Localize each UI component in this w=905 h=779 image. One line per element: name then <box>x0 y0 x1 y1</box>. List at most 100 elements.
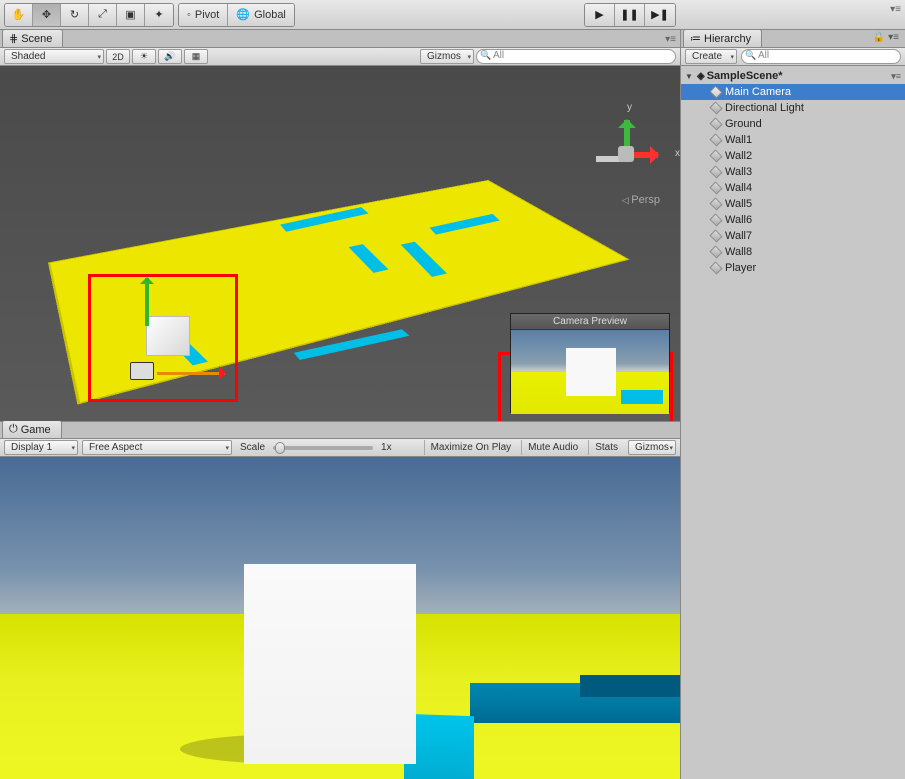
gameobject-icon <box>709 246 723 258</box>
hierarchy-icon: ≔ <box>690 32 701 45</box>
camera-preview-panel: Camera Preview <box>510 313 670 413</box>
play-controls: ▶ ❚❚ ▶❚ <box>584 3 676 27</box>
scale-value: 1x <box>377 442 396 453</box>
hierarchy-search-input[interactable]: All <box>741 49 901 64</box>
hierarchy-item-label: Wall6 <box>725 214 752 226</box>
scene-tab-row: ⋕ Scene ▾≡ <box>0 30 680 48</box>
axis-center-icon[interactable] <box>618 146 634 162</box>
gameobject-icon <box>709 86 723 98</box>
camera-preview-body <box>511 330 669 414</box>
scene-search-input[interactable]: All <box>476 49 676 64</box>
gameobject-icon <box>709 150 723 162</box>
tab-options-icon[interactable]: ▾≡ <box>890 4 901 15</box>
hierarchy-item[interactable]: Main Camera <box>681 84 905 100</box>
move-tool[interactable]: ✥ <box>33 4 61 26</box>
game-view <box>0 457 680 779</box>
display-dropdown[interactable]: Display 1 <box>4 440 78 455</box>
hierarchy-item[interactable]: Wall4 <box>681 180 905 196</box>
create-dropdown[interactable]: Create <box>685 49 737 64</box>
hierarchy-item[interactable]: Wall8 <box>681 244 905 260</box>
hierarchy-item-label: Wall5 <box>725 198 752 210</box>
hand-tool[interactable]: ✋ <box>5 4 33 26</box>
aspect-dropdown[interactable]: Free Aspect <box>82 440 232 455</box>
hierarchy-tab-row: ≔ Hierarchy 🔒 ▾≡ <box>681 30 905 48</box>
hierarchy-item-label: Main Camera <box>725 86 791 98</box>
global-toggle[interactable]: 🌐Global <box>228 4 294 26</box>
expand-arrow-icon[interactable]: ▼ <box>685 72 695 81</box>
hierarchy-controls: Create All <box>681 48 905 66</box>
gameobject-icon <box>709 182 723 194</box>
game-gizmos-dropdown[interactable]: Gizmos <box>628 440 676 455</box>
gameobject-icon <box>709 166 723 178</box>
hierarchy-item-label: Wall2 <box>725 150 752 162</box>
gameobject-icon <box>709 230 723 242</box>
hierarchy-item[interactable]: Wall2 <box>681 148 905 164</box>
game-tab[interactable]: ⏻ Game <box>2 420 62 438</box>
left-column: ⋕ Scene ▾≡ Shaded 2D ☀ 🔊 ▦ Gizmos All <box>0 30 680 779</box>
game-icon: ⏻ <box>9 423 18 436</box>
main-layout: ⋕ Scene ▾≡ Shaded 2D ☀ 🔊 ▦ Gizmos All <box>0 30 905 779</box>
scene-tab[interactable]: ⋕ Scene <box>2 29 63 47</box>
annotation-box <box>88 274 238 402</box>
hierarchy-item-label: Directional Light <box>725 102 804 114</box>
gizmos-dropdown[interactable]: Gizmos <box>420 49 474 64</box>
hierarchy-item[interactable]: Player <box>681 260 905 276</box>
2d-toggle[interactable]: 2D <box>106 49 130 64</box>
projection-label[interactable]: ◁ Persp <box>622 194 660 206</box>
gameobject-icon <box>709 262 723 274</box>
hierarchy-scene-root[interactable]: ▼ ◈ SampleScene* ▾≡ <box>681 68 905 84</box>
pause-button[interactable]: ❚❚ <box>615 4 645 26</box>
gameobject-icon <box>709 102 723 114</box>
axis-y-label: y <box>627 102 632 113</box>
tab-options-icon[interactable]: ▾≡ <box>665 34 676 45</box>
stats-toggle[interactable]: Stats <box>588 440 624 455</box>
unified-tool[interactable]: ✦ <box>145 4 173 26</box>
hierarchy-tree[interactable]: ▼ ◈ SampleScene* ▾≡ Main Camera Direction… <box>681 66 905 779</box>
hierarchy-item[interactable]: Ground <box>681 116 905 132</box>
hierarchy-item-label: Wall7 <box>725 230 752 242</box>
scale-slider[interactable] <box>273 446 373 450</box>
context-menu-icon[interactable]: ▾≡ <box>891 71 901 82</box>
hierarchy-item[interactable]: Wall7 <box>681 228 905 244</box>
scene-tab-label: Scene <box>21 33 52 45</box>
hierarchy-item[interactable]: Wall6 <box>681 212 905 228</box>
rotate-tool[interactable]: ↻ <box>61 4 89 26</box>
hierarchy-item[interactable]: Directional Light <box>681 100 905 116</box>
hierarchy-item[interactable]: Wall5 <box>681 196 905 212</box>
pivot-icon: ◦ <box>187 9 191 21</box>
shading-dropdown[interactable]: Shaded <box>4 49 104 64</box>
step-button[interactable]: ▶❚ <box>645 4 675 26</box>
scene-icon: ⋕ <box>9 32 18 45</box>
scene-view[interactable]: y x ◁ Persp Camera Preview <box>0 66 680 421</box>
main-toolbar: ✋ ✥ ↻ ⤢ ▣ ✦ ◦Pivot 🌐Global ▶ ❚❚ ▶❚ <box>0 0 905 30</box>
axis-neg-icon <box>596 156 620 162</box>
gameobject-icon <box>709 134 723 146</box>
globe-icon: 🌐 <box>236 8 250 21</box>
fx-toggle[interactable]: ▦ <box>184 49 208 64</box>
orientation-gizmo[interactable] <box>586 118 666 198</box>
mute-toggle[interactable]: Mute Audio <box>521 440 584 455</box>
lock-icon[interactable]: 🔒 ▾≡ <box>873 32 899 43</box>
maximize-toggle[interactable]: Maximize On Play <box>424 440 518 455</box>
hierarchy-item-label: Ground <box>725 118 762 130</box>
right-column: ≔ Hierarchy 🔒 ▾≡ Create All ▼ ◈ SampleSc… <box>680 30 905 779</box>
game-wall <box>580 675 680 697</box>
hierarchy-item[interactable]: Wall3 <box>681 164 905 180</box>
hierarchy-tab[interactable]: ≔ Hierarchy <box>683 29 762 47</box>
hierarchy-item-label: Wall1 <box>725 134 752 146</box>
hierarchy-item[interactable]: Wall1 <box>681 132 905 148</box>
rect-tool[interactable]: ▣ <box>117 4 145 26</box>
hierarchy-item-label: Wall3 <box>725 166 752 178</box>
play-button[interactable]: ▶ <box>585 4 615 26</box>
scene-controls: Shaded 2D ☀ 🔊 ▦ Gizmos All <box>0 48 680 66</box>
slider-thumb[interactable] <box>275 442 285 454</box>
audio-toggle[interactable]: 🔊 <box>158 49 182 64</box>
game-player <box>244 564 416 764</box>
game-tab-row: ⏻ Game ▾≡ <box>0 421 680 439</box>
hierarchy-item-label: Wall4 <box>725 182 752 194</box>
lighting-toggle[interactable]: ☀ <box>132 49 156 64</box>
axis-x-label: x <box>675 148 680 159</box>
scale-tool[interactable]: ⤢ <box>89 4 117 26</box>
pivot-toggle[interactable]: ◦Pivot <box>179 4 228 26</box>
hierarchy-item-label: Player <box>725 262 756 274</box>
